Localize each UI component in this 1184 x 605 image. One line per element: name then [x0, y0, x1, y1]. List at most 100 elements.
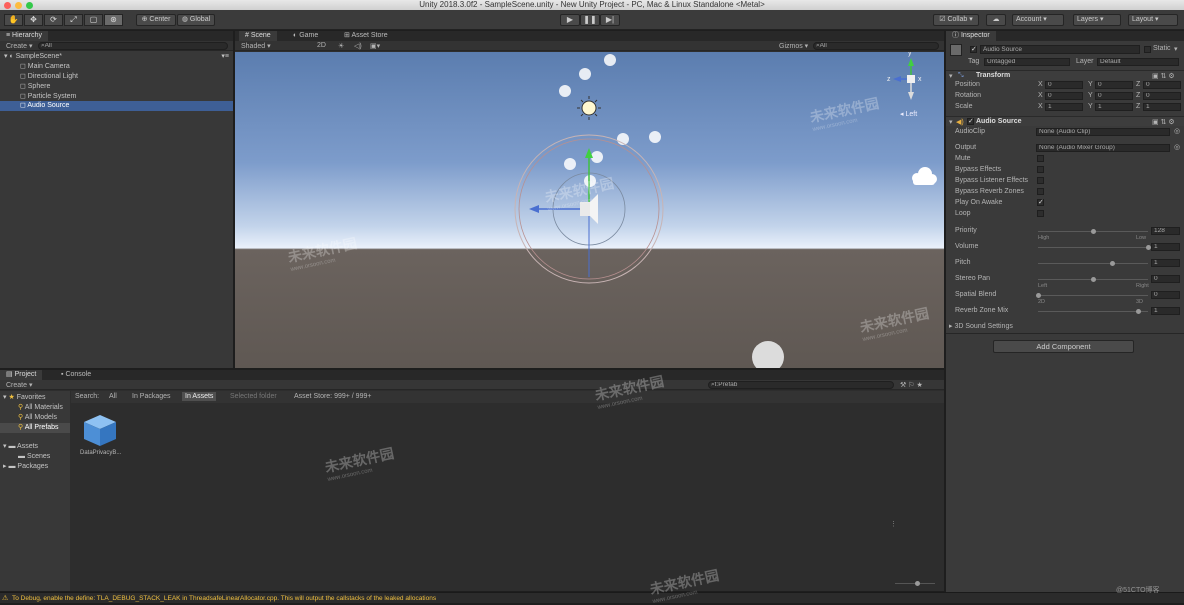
filter-in-packages-button[interactable]: In Packages: [132, 393, 171, 400]
audio-foldout-icon[interactable]: ▾: [949, 118, 953, 126]
hierarchy-item[interactable]: ◻ Main Camera: [0, 62, 233, 72]
tab-game[interactable]: ◐ Game: [287, 31, 324, 41]
cloud-icon[interactable]: ☁: [986, 14, 1006, 26]
sound-settings-foldout[interactable]: ▸ 3D Sound Settings: [949, 322, 1013, 330]
slider-track[interactable]: [1038, 245, 1151, 250]
orientation-label[interactable]: ◂ Left: [900, 110, 917, 118]
transform-y-field[interactable]: 0: [1095, 81, 1133, 89]
hierarchy-item[interactable]: ◻ Sphere: [0, 82, 233, 92]
slider-value-field[interactable]: 0: [1151, 275, 1180, 283]
filter-by-type-icon[interactable]: ⚒ ⚐ ★: [900, 381, 923, 389]
step-button[interactable]: ▶|: [600, 14, 620, 26]
static-dropdown-icon[interactable]: ▾: [1174, 45, 1178, 53]
add-component-button[interactable]: Add Component: [993, 340, 1134, 353]
play-button[interactable]: ▶: [560, 14, 580, 26]
tab-hierarchy[interactable]: ≡ Hierarchy: [0, 31, 48, 41]
assets-folder[interactable]: ▾ ▬ Assets: [0, 442, 70, 452]
slider-value-field[interactable]: 1: [1151, 243, 1180, 251]
icon-size-knob[interactable]: [915, 581, 920, 586]
status-bar[interactable]: ⚠ To Debug, enable the define: TLA_DEBUG…: [0, 592, 1184, 603]
transform-x-field[interactable]: 1: [1045, 103, 1083, 111]
tag-dropdown[interactable]: Untagged: [984, 58, 1070, 66]
tab-scene[interactable]: # Scene: [239, 31, 277, 41]
toggle-checkbox[interactable]: [1037, 210, 1044, 217]
audio-source-header[interactable]: ▾ ◀) ✓ Audio Source ▣ ⇅ ⚙: [946, 116, 1184, 126]
minimize-window-button[interactable]: [15, 2, 22, 9]
pause-button[interactable]: ❚❚: [580, 14, 600, 26]
favorite-item[interactable]: ⚲ All Materials: [0, 403, 70, 413]
audio-enabled-checkbox[interactable]: ✓: [967, 118, 974, 125]
collab-button[interactable]: ☑ Collab ▾: [933, 14, 979, 26]
slider-value-field[interactable]: 128: [1151, 227, 1180, 235]
object-picker-icon[interactable]: ◎: [1174, 127, 1180, 135]
slider-track[interactable]: [1038, 309, 1148, 314]
transform-foldout-icon[interactable]: ▾: [949, 72, 953, 80]
slider-knob[interactable]: [1110, 261, 1115, 266]
favorites-folder[interactable]: ▾ ★ Favorites: [0, 393, 70, 403]
tab-inspector[interactable]: ⓘ Inspector: [946, 31, 996, 41]
scene-menu-icon[interactable]: ▾≡: [221, 52, 229, 62]
transform-header[interactable]: ▾ ⤡ Transform ▣ ⇅ ⚙: [946, 70, 1184, 80]
slider-track[interactable]: [1038, 277, 1148, 282]
toggle-checkbox[interactable]: ✓: [1037, 199, 1044, 206]
slider-knob[interactable]: [1036, 293, 1041, 298]
scene-viewport[interactable]: y z x ◂ Left: [235, 52, 944, 368]
hierarchy-scene-row[interactable]: ▾ ◐ SampleScene* ▾≡: [0, 52, 233, 62]
scenes-folder[interactable]: ▬ Scenes: [0, 452, 70, 462]
transform-x-field[interactable]: 0: [1045, 92, 1083, 100]
toggle-checkbox[interactable]: [1037, 155, 1044, 162]
component-help-icon[interactable]: ▣ ⇅ ⚙: [1152, 118, 1175, 126]
audioclip-field[interactable]: None (Audio Clip): [1036, 128, 1170, 136]
slider-track[interactable]: [1038, 261, 1148, 266]
component-help-icon[interactable]: ▣ ⇅ ⚙: [1152, 72, 1175, 80]
close-window-button[interactable]: [4, 2, 11, 9]
transform-z-field[interactable]: 0: [1143, 81, 1181, 89]
slider-value-field[interactable]: 0: [1151, 291, 1180, 299]
filter-in-assets-button[interactable]: In Assets: [182, 392, 217, 401]
tab-console[interactable]: ▪ Console: [55, 370, 97, 380]
hierarchy-create-button[interactable]: Create ▾: [6, 42, 32, 50]
output-field[interactable]: None (Audio Mixer Group): [1036, 144, 1170, 152]
transform-y-field[interactable]: 1: [1095, 103, 1133, 111]
transform-y-field[interactable]: 0: [1095, 92, 1133, 100]
slider-value-field[interactable]: 1: [1151, 307, 1180, 315]
slider-knob[interactable]: [1091, 229, 1096, 234]
favorite-item-selected[interactable]: ⚲ All Prefabs: [0, 423, 70, 433]
tab-project[interactable]: ▤ Project: [0, 370, 43, 380]
hierarchy-item[interactable]: ◻ Directional Light: [0, 72, 233, 82]
tab-asset-store[interactable]: ⊞ Asset Store: [338, 31, 394, 41]
object-picker-icon[interactable]: ◎: [1174, 143, 1180, 151]
hierarchy-search-input[interactable]: ⌕All: [38, 42, 228, 50]
gameobject-name-field[interactable]: Audio Source: [980, 45, 1140, 54]
gameobject-active-checkbox[interactable]: ✓: [970, 46, 977, 53]
transform-tool-icon[interactable]: ⊛: [104, 14, 123, 26]
slider-track[interactable]: [1038, 229, 1148, 234]
packages-folder[interactable]: ▸ ▬ Packages: [0, 462, 70, 472]
project-search-input[interactable]: ⌕t:Prefab: [708, 381, 894, 389]
zoom-window-button[interactable]: [26, 2, 33, 9]
lighting-toggle-icon[interactable]: ☀: [338, 42, 344, 50]
filter-asset-store-button[interactable]: Asset Store: 999+ / 999+: [294, 393, 371, 400]
toggle-checkbox[interactable]: [1037, 177, 1044, 184]
filter-all-button[interactable]: All: [109, 393, 117, 400]
account-dropdown[interactable]: Account ▾: [1012, 14, 1064, 26]
project-create-button[interactable]: Create ▾: [6, 381, 32, 389]
slider-knob[interactable]: [1091, 277, 1096, 282]
layer-dropdown[interactable]: Default: [1097, 58, 1179, 66]
rect-tool-icon[interactable]: ▢: [84, 14, 103, 26]
scale-tool-icon[interactable]: ⤢: [64, 14, 83, 26]
mode-2d-toggle[interactable]: 2D: [317, 42, 326, 49]
transform-x-field[interactable]: 0: [1045, 81, 1083, 89]
pivot-center-button[interactable]: ⊕ Center: [136, 14, 176, 26]
slider-value-field[interactable]: 1: [1151, 259, 1180, 267]
resize-handle-icon[interactable]: ⋮: [890, 520, 897, 528]
hand-tool-icon[interactable]: ✋: [4, 14, 23, 26]
transform-z-field[interactable]: 0: [1143, 92, 1181, 100]
effects-toggle-icon[interactable]: ▣▾: [370, 42, 380, 50]
toggle-checkbox[interactable]: [1037, 188, 1044, 195]
hierarchy-item-selected[interactable]: ◻ Audio Source: [0, 101, 233, 111]
layers-dropdown[interactable]: Layers ▾: [1073, 14, 1121, 26]
rotate-tool-icon[interactable]: ⟳: [44, 14, 63, 26]
layout-dropdown[interactable]: Layout ▾: [1128, 14, 1178, 26]
asset-tile[interactable]: DataPrivacyB...: [80, 413, 122, 463]
